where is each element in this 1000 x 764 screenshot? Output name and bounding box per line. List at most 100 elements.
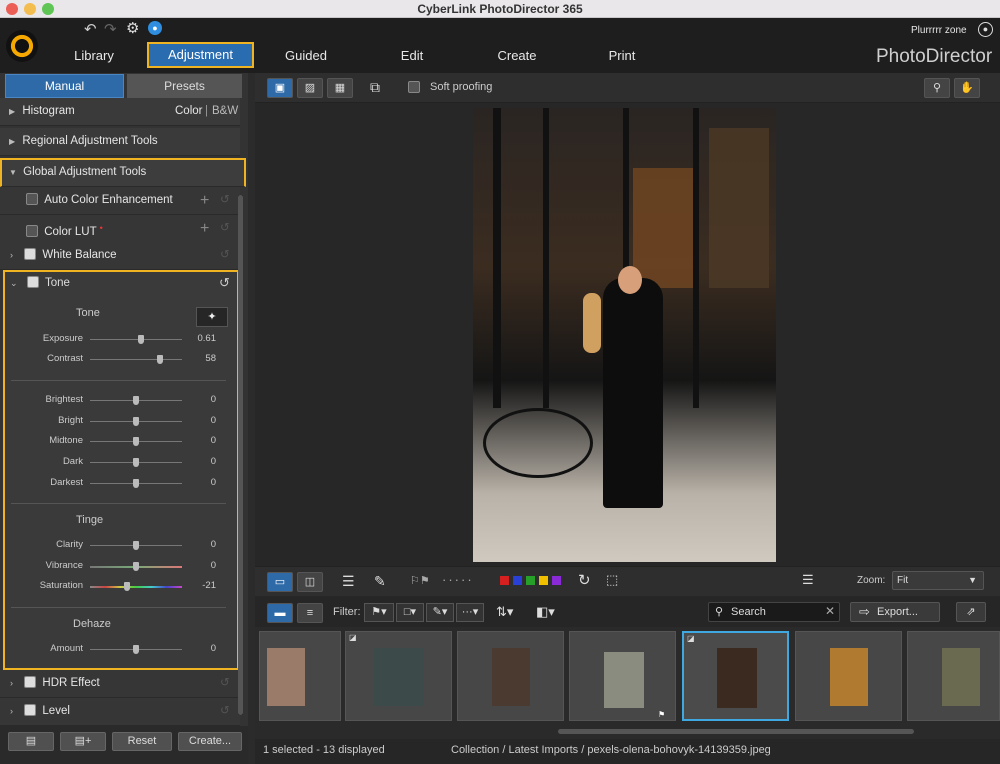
reset-icon[interactable]: ↺ — [220, 215, 230, 242]
redo-icon[interactable]: ↷ — [104, 20, 117, 38]
contrast-slider[interactable] — [90, 359, 182, 360]
soft-proofing-checkbox[interactable] — [408, 81, 420, 93]
vibrance-value[interactable]: 0 — [192, 560, 216, 571]
reset-icon[interactable]: ↺ — [220, 698, 230, 725]
rating-dots-icon[interactable]: ····· — [442, 572, 474, 587]
midtone-slider-handle[interactable] — [133, 437, 139, 446]
reset-icon[interactable]: ↺ — [220, 242, 230, 269]
copy-settings-icon[interactable]: ▤ — [8, 732, 54, 751]
color-label-red[interactable] — [500, 576, 509, 585]
crop-icon[interactable]: ⬚ — [606, 572, 618, 588]
saturation-slider[interactable] — [90, 586, 182, 588]
tab-edit[interactable]: Edit — [390, 46, 434, 66]
brightest-value[interactable]: 0 — [192, 394, 216, 405]
level-checkbox[interactable] — [24, 704, 37, 716]
sort-menu-icon[interactable]: ☰ — [802, 572, 814, 588]
edit-filter-icon[interactable]: ✎▾ — [426, 603, 454, 622]
color-lut-checkbox[interactable] — [26, 225, 38, 237]
undo-icon[interactable]: ↶ — [84, 20, 97, 38]
collapse-chevron-icon[interactable]: ⌄ — [10, 278, 18, 288]
expand-chevron-icon[interactable]: › — [10, 678, 13, 688]
reset-button[interactable]: Reset — [112, 732, 172, 751]
reset-icon[interactable]: ↺ — [220, 670, 230, 697]
clarity-slider-handle[interactable] — [133, 541, 139, 550]
auto-tone-wand-icon[interactable]: ✦ — [196, 307, 228, 327]
flag-filter-icon[interactable]: ⚑▾ — [364, 603, 394, 622]
darkest-value[interactable]: 0 — [192, 477, 216, 488]
stack-icon[interactable]: ◧▾ — [536, 604, 555, 620]
global-tools-row[interactable]: ▼ Global Adjustment Tools — [0, 158, 246, 187]
pan-hand-icon[interactable]: ✋ — [954, 78, 980, 98]
color-label-green[interactable] — [526, 576, 535, 585]
exposure-slider-handle[interactable] — [138, 335, 144, 344]
dark-value[interactable]: 0 — [192, 456, 216, 467]
add-icon[interactable]: + — [200, 187, 209, 214]
filmstrip-scrollbar[interactable] — [558, 729, 914, 734]
filmstrip-view-icon[interactable]: ▬ — [267, 603, 293, 623]
user-account-icon[interactable]: ● — [978, 22, 993, 37]
eyedropper-icon[interactable]: ✎ — [374, 573, 386, 590]
sort-order-icon[interactable]: ⇅▾ — [496, 604, 513, 620]
thumbnail-selected[interactable]: ◪ — [682, 631, 789, 721]
compare-view-icon[interactable]: ▨ — [297, 78, 323, 98]
tab-manual[interactable]: Manual — [5, 74, 124, 98]
user-name[interactable]: Plurrrrr zone — [911, 25, 967, 36]
left-panel-scrollbar-thumb[interactable] — [238, 195, 243, 715]
export-button[interactable]: ⇨ Export... — [850, 602, 940, 622]
tab-presets[interactable]: Presets — [127, 74, 242, 98]
tone-checkbox[interactable] — [26, 276, 39, 288]
tab-adjustment[interactable]: Adjustment — [147, 42, 254, 68]
clarity-value[interactable]: 0 — [192, 539, 216, 550]
saturation-slider-handle[interactable] — [124, 582, 130, 591]
single-view-icon[interactable]: ▣ — [267, 78, 293, 98]
dual-layout-icon[interactable]: ◫ — [297, 572, 323, 592]
brightest-slider-handle[interactable] — [133, 396, 139, 405]
tone-header[interactable]: ⌄ Tone ↺ — [5, 272, 237, 296]
reset-icon[interactable]: ↺ — [220, 187, 230, 214]
bright-value[interactable]: 0 — [192, 415, 216, 426]
auto-color-checkbox[interactable] — [26, 193, 38, 205]
histogram-row[interactable]: ▶ Histogram Color | B&W — [0, 98, 240, 126]
zoom-magnifier-icon[interactable]: ⚲ — [924, 78, 950, 98]
flag-icon[interactable]: ⚐⚑ — [410, 574, 430, 587]
dark-slider-handle[interactable] — [133, 458, 139, 467]
share-external-icon[interactable]: ⇗ — [956, 602, 986, 622]
expand-arrow-icon[interactable]: ▶ — [9, 107, 15, 116]
thumbnail[interactable] — [457, 631, 564, 721]
contrast-slider-handle[interactable] — [157, 355, 163, 364]
rotate-stack-icon[interactable]: ☰ — [342, 573, 355, 590]
exposure-value[interactable]: 0.61 — [192, 333, 217, 344]
thumbnail[interactable]: ◪ — [345, 631, 452, 721]
app-logo[interactable] — [6, 30, 38, 62]
tab-print[interactable]: Print — [600, 46, 644, 66]
white-balance-row[interactable]: › White Balance ↺ — [0, 242, 240, 270]
level-row[interactable]: › Level ↺ — [0, 698, 240, 726]
main-photo-preview[interactable] — [473, 108, 776, 562]
darkest-slider-handle[interactable] — [133, 479, 139, 488]
clear-search-icon[interactable]: ✕ — [825, 604, 835, 618]
collapse-arrow-icon[interactable]: ▼ — [9, 168, 17, 177]
contrast-value[interactable]: 58 — [192, 353, 216, 364]
notification-bell-icon[interactable]: ● — [148, 21, 162, 35]
hdr-effect-checkbox[interactable] — [24, 676, 37, 688]
reset-icon[interactable]: ↺ — [219, 272, 230, 294]
single-layout-icon[interactable]: ▭ — [267, 572, 293, 592]
thumbnail[interactable]: ⚑ — [569, 631, 676, 721]
midtone-value[interactable]: 0 — [192, 435, 216, 446]
before-after-icon[interactable]: ⧉ — [370, 79, 380, 96]
vibrance-slider-handle[interactable] — [133, 562, 139, 571]
rotate-icon[interactable]: ↻ — [578, 571, 591, 589]
paste-settings-icon[interactable]: ▤+ — [60, 732, 106, 751]
search-input[interactable]: ⚲ Search ✕ — [708, 602, 840, 622]
bright-slider-handle[interactable] — [133, 417, 139, 426]
create-preset-button[interactable]: Create... — [178, 732, 242, 751]
thumbnail[interactable] — [795, 631, 902, 721]
tab-library[interactable]: Library — [64, 46, 124, 66]
grid-view-icon[interactable]: ▦ — [327, 78, 353, 98]
expand-arrow-icon[interactable]: ▶ — [9, 137, 15, 146]
tab-create[interactable]: Create — [490, 46, 544, 66]
color-label-yellow[interactable] — [539, 576, 548, 585]
add-icon[interactable]: + — [200, 215, 209, 242]
more-filter-icon[interactable]: ···▾ — [456, 603, 484, 622]
expand-chevron-icon[interactable]: › — [10, 250, 13, 260]
